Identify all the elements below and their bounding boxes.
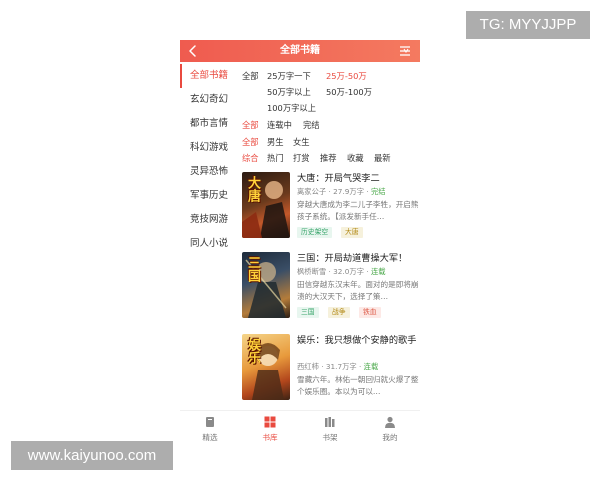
phone-screen: 全部书籍 全部书籍 玄幻奇幻 都市言情 科幻游戏 灵异恐怖 军事历史 竞技网游 … — [180, 40, 420, 446]
book-status: 连载 — [370, 267, 386, 276]
filter-sort-all[interactable]: 综合 — [242, 151, 259, 165]
page-title: 全部书籍 — [280, 45, 320, 56]
filter-words-option[interactable]: 100万字以上 — [267, 101, 316, 115]
book-meta: 枫桥断雪 · 32.0万字 · 连载 — [297, 267, 386, 277]
book-author: 离家公子 — [297, 187, 327, 196]
shelf-icon — [325, 417, 335, 427]
tab-bookshelf[interactable]: 书架 — [300, 411, 360, 446]
cover-title-art: 大唐 — [245, 176, 260, 202]
tab-label: 书库 — [262, 433, 278, 442]
book-tag: 三国 — [297, 307, 319, 318]
filter-sort-option[interactable]: 收藏 — [347, 151, 364, 165]
book-status: 连载 — [363, 362, 379, 371]
book-tag: 大唐 — [341, 227, 363, 238]
filter-status-option[interactable]: 完结 — [303, 118, 320, 132]
cover-title-art: 娱乐 — [245, 338, 260, 364]
tab-profile[interactable]: 我的 — [360, 411, 420, 446]
filter-sort-option[interactable]: 热门 — [267, 151, 284, 165]
book-cover: 大唐 — [242, 172, 290, 238]
sidebar-item-urban[interactable]: 都市言情 — [180, 112, 236, 136]
book-word-count: 32.0万字 — [333, 267, 364, 276]
book-status: 完结 — [370, 187, 386, 196]
bottom-tab-bar: 精选 书库 书架 我的 — [180, 410, 420, 446]
filter-words-option[interactable]: 25万-50万 — [326, 69, 367, 83]
book-title[interactable]: 三国：开局劫道曹操大军！ — [297, 252, 419, 265]
book-item[interactable]: 娱乐 娱乐：我只想做个安静的歌手 西红柿 · 31.7万字 · 连载 雪藏六年。… — [242, 334, 420, 408]
book-word-count: 31.7万字 — [325, 362, 357, 371]
book-title[interactable]: 娱乐：我只想做个安静的歌手 — [297, 334, 419, 347]
user-icon — [385, 416, 395, 428]
filter-sort-option[interactable]: 推荐 — [320, 151, 337, 165]
watermark-telegram: TG: MYYJJPP — [466, 11, 590, 39]
book-meta: 西红柿 · 31.7万字 · 连载 — [297, 362, 378, 372]
filter-status-option[interactable]: 连载中 — [267, 118, 292, 132]
sidebar-item-fanfic[interactable]: 同人小说 — [180, 232, 236, 256]
filter-words-all[interactable]: 全部 — [242, 69, 259, 83]
filter-icon[interactable] — [398, 44, 412, 58]
book-author: 西红柿 — [297, 362, 319, 371]
filter-gender-option[interactable]: 男生 — [267, 135, 284, 149]
filter-gender-all[interactable]: 全部 — [242, 135, 259, 149]
filter-status-all[interactable]: 全部 — [242, 118, 259, 132]
tab-featured[interactable]: 精选 — [180, 411, 240, 446]
tab-label: 我的 — [382, 433, 398, 442]
book-cover: 三国 — [242, 252, 290, 318]
sidebar-item-horror[interactable]: 灵异恐怖 — [180, 160, 236, 184]
filter-words-option[interactable]: 50万-100万 — [326, 85, 372, 99]
book-list-panel: 全部 25万字一下 25万-50万 50万字以上 50万-100万 100万字以… — [236, 62, 420, 410]
book-meta: 离家公子 · 27.9万字 · 完结 — [297, 187, 386, 197]
cover-title-art: 三国 — [245, 256, 260, 282]
filter-words-option[interactable]: 25万字一下 — [267, 69, 311, 83]
tab-label: 书架 — [322, 433, 338, 442]
watermark-website: www.kaiyunoo.com — [11, 441, 173, 470]
book-item[interactable]: 大唐 大唐：开局气哭李二 离家公子 · 27.9万字 · 完结 穿越大唐成为李二… — [242, 172, 420, 246]
book-title[interactable]: 大唐：开局气哭李二 — [297, 172, 419, 185]
book-description: 田信穿越东汉末年。面对的是即将崩溃的大汉天下，选择了策… — [297, 280, 419, 301]
sidebar-item-all[interactable]: 全部书籍 — [180, 64, 236, 88]
sidebar-item-esports[interactable]: 竞技网游 — [180, 208, 236, 232]
filter-sort-option[interactable]: 打赏 — [293, 151, 310, 165]
sidebar-item-fantasy[interactable]: 玄幻奇幻 — [180, 88, 236, 112]
book-item[interactable]: 三国 三国：开局劫道曹操大军！ 枫桥断雪 · 32.0万字 · 连载 田信穿越东… — [242, 252, 420, 326]
sidebar-item-scifi[interactable]: 科幻游戏 — [180, 136, 236, 160]
filter-sort-option[interactable]: 最新 — [374, 151, 391, 165]
grid-icon — [264, 416, 276, 428]
book-tag: 战争 — [328, 307, 350, 318]
screen: 全部书籍 全部书籍 玄幻奇幻 都市言情 科幻游戏 灵异恐怖 军事历史 竞技网游 … — [0, 0, 600, 480]
book-icon — [206, 417, 214, 427]
book-cover: 娱乐 — [242, 334, 290, 400]
book-tag: 历史架空 — [297, 227, 333, 238]
book-word-count: 27.9万字 — [333, 187, 364, 196]
sidebar-item-military[interactable]: 军事历史 — [180, 184, 236, 208]
category-sidebar: 全部书籍 玄幻奇幻 都市言情 科幻游戏 灵异恐怖 军事历史 竞技网游 同人小说 — [180, 62, 236, 410]
filter-words-option[interactable]: 50万字以上 — [267, 85, 311, 99]
book-tag: 铁血 — [359, 307, 381, 318]
book-description: 穿越大唐成为李二儿子李牲，开启熊孩子系统。【派发新手任… — [297, 200, 419, 221]
book-author: 枫桥断雪 — [297, 267, 327, 276]
tab-library[interactable]: 书库 — [240, 411, 300, 446]
top-bar: 全部书籍 — [180, 40, 420, 62]
filter-gender-option[interactable]: 女生 — [293, 135, 310, 149]
tab-label: 精选 — [202, 433, 218, 442]
book-description: 雪藏六年。林佑一朝回归就火爆了整个娱乐圈。本以为可以… — [297, 375, 419, 396]
